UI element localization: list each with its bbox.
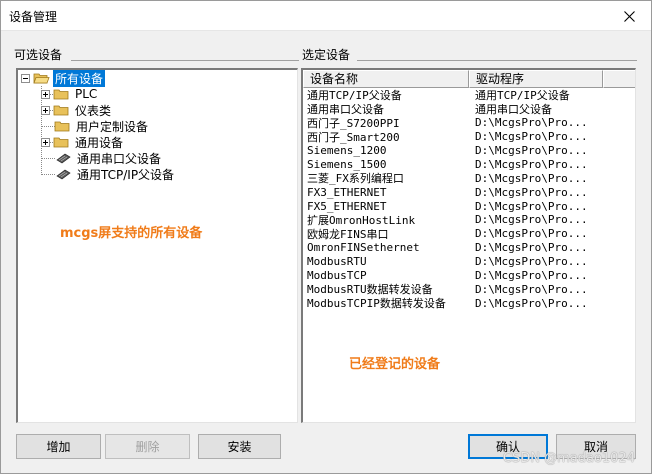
list-item[interactable]: Siemens_1500 D:\McgsPro\Pro... bbox=[303, 157, 635, 171]
tree-node-plc[interactable]: PLC bbox=[41, 86, 99, 102]
list-body: 通用TCP/IP父设备 通用TCP/IP父设备 通用串口父设备 通用串口父设备 西门子_… bbox=[303, 88, 635, 310]
driver-cell: D:\McgsPro\Pro... bbox=[475, 269, 588, 283]
device-name-cell: 三菱_FX系列编程口 bbox=[307, 172, 404, 186]
folder-icon bbox=[53, 137, 69, 148]
driver-cell: D:\McgsPro\Pro... bbox=[475, 213, 588, 227]
device-name-cell: 西门子_Smart200 bbox=[307, 130, 400, 144]
tree-label: 通用串口父设备 bbox=[77, 151, 162, 166]
driver-cell: D:\McgsPro\Pro... bbox=[475, 144, 588, 157]
close-icon bbox=[623, 10, 635, 22]
tree-node-general-devices[interactable]: 通用设备 bbox=[41, 134, 125, 150]
tree-label: 通用TCP/IP父设备 bbox=[77, 167, 175, 182]
device-name-cell: 欧姆龙FINS串口 bbox=[307, 227, 389, 241]
tree-label: 仪表类 bbox=[75, 103, 112, 118]
driver-cell: D:\McgsPro\Pro... bbox=[475, 255, 588, 269]
list-item[interactable]: FX5_ETHERNET D:\McgsPro\Pro... bbox=[303, 199, 635, 213]
device-name-cell: ModbusTCP bbox=[307, 269, 367, 283]
device-name-cell: ModbusTCPIP数据转发设备 bbox=[307, 297, 446, 311]
registered-devices-annotation: 已经登记的设备 bbox=[349, 357, 441, 372]
tree-node-custom-devices[interactable]: 用户定制设备 bbox=[54, 118, 150, 134]
list-item[interactable]: 扩展OmronHostLink D:\McgsPro\Pro... bbox=[303, 213, 635, 227]
title-bar: 设备管理 bbox=[1, 1, 651, 31]
collapse-icon[interactable] bbox=[21, 73, 30, 83]
tree-connector bbox=[41, 174, 55, 175]
window-title: 设备管理 bbox=[9, 10, 58, 24]
device-manager-dialog: 设备管理 可选设备 所有设备 PLC 仪表类 用户定制设备 通用设备 通用串口父… bbox=[0, 0, 652, 474]
driver-cell: D:\McgsPro\Pro... bbox=[475, 199, 588, 213]
tree-label: 用户定制设备 bbox=[76, 119, 149, 134]
tree-connector bbox=[41, 126, 55, 127]
driver-cell: D:\McgsPro\Pro... bbox=[475, 171, 588, 185]
group-divider bbox=[71, 60, 299, 61]
expand-icon[interactable] bbox=[41, 89, 50, 99]
device-name-cell: FX5_ETHERNET bbox=[307, 199, 387, 213]
tree-label: 通用设备 bbox=[75, 135, 124, 150]
selected-device-list[interactable]: 设备名称 驱动程序 通用TCP/IP父设备 通用TCP/IP父设备 通用串口父设备通… bbox=[301, 68, 636, 423]
device-name-cell: FX3_ETHERNET bbox=[307, 185, 387, 199]
list-item[interactable]: 西门子_S7200PPI D:\McgsPro\Pro... bbox=[303, 116, 635, 130]
driver-cell: D:\McgsPro\Pro... bbox=[475, 130, 588, 144]
column-header-device-name[interactable]: 设备名称 bbox=[303, 70, 469, 88]
folder-icon bbox=[54, 121, 70, 132]
tree-label-root: 所有设备 bbox=[53, 69, 106, 87]
device-icon bbox=[56, 169, 71, 180]
tree-label: PLC bbox=[75, 87, 98, 101]
driver-cell: D:\McgsPro\Pro... bbox=[475, 296, 588, 310]
delete-button[interactable]: 删除 bbox=[105, 434, 190, 459]
device-tree[interactable]: 所有设备 PLC 仪表类 用户定制设备 通用设备 通用串口父设备 通用TCP/I… bbox=[16, 68, 298, 423]
list-item[interactable]: ModbusTCP D:\McgsPro\Pro... bbox=[303, 269, 635, 283]
group-divider bbox=[357, 60, 637, 61]
tree-node-instruments[interactable]: 仪表类 bbox=[41, 102, 113, 118]
driver-cell: D:\McgsPro\Pro... bbox=[475, 185, 588, 199]
folder-icon bbox=[53, 89, 69, 100]
driver-cell: D:\McgsPro\Pro... bbox=[475, 227, 588, 241]
device-name-cell: Siemens_1200 bbox=[307, 144, 387, 157]
selected-devices-label: 选定设备 bbox=[302, 48, 351, 62]
list-item[interactable]: ModbusRTU数据转发设备 D:\McgsPro\Pro... bbox=[303, 282, 635, 297]
driver-cell: D:\McgsPro\Pro... bbox=[475, 116, 588, 130]
expand-icon[interactable] bbox=[41, 137, 50, 147]
install-button[interactable]: 安装 bbox=[198, 434, 281, 459]
tree-node-all-devices[interactable]: 所有设备 bbox=[21, 69, 106, 87]
column-header-extra[interactable] bbox=[603, 70, 635, 88]
add-button[interactable]: 增加 bbox=[16, 434, 101, 459]
list-item[interactable]: FX3_ETHERNET D:\McgsPro\Pro... bbox=[303, 185, 635, 199]
folder-icon bbox=[53, 105, 69, 116]
all-devices-annotation: mcgs屏支持的所有设备 bbox=[60, 226, 203, 241]
driver-cell: D:\McgsPro\Pro... bbox=[475, 241, 588, 255]
driver-cell: D:\McgsPro\Pro... bbox=[475, 157, 588, 171]
list-item[interactable]: 通用TCP/IP父设备 通用TCP/IP父设备 bbox=[303, 88, 635, 102]
device-name-cell: OmronFINSethernet bbox=[307, 241, 420, 255]
tree-node-tcpip-parent[interactable]: 通用TCP/IP父设备 bbox=[56, 166, 176, 182]
list-item[interactable]: Siemens_1200 D:\McgsPro\Pro... bbox=[303, 144, 635, 158]
list-header: 设备名称 驱动程序 bbox=[303, 70, 635, 88]
list-item[interactable]: OmronFINSethernet D:\McgsPro\Pro... bbox=[303, 241, 635, 255]
available-devices-label: 可选设备 bbox=[14, 48, 63, 62]
close-button[interactable] bbox=[607, 1, 651, 31]
column-header-driver[interactable]: 驱动程序 bbox=[469, 70, 603, 88]
device-icon bbox=[56, 153, 71, 164]
tree-connector bbox=[41, 158, 55, 159]
list-item[interactable]: 欧姆龙FINS串口 D:\McgsPro\Pro... bbox=[303, 227, 635, 241]
watermark: CSDN @madao1024 bbox=[502, 451, 635, 466]
list-item[interactable]: 西门子_Smart200 D:\McgsPro\Pro... bbox=[303, 130, 635, 144]
list-item[interactable]: ModbusRTU D:\McgsPro\Pro... bbox=[303, 255, 635, 269]
expand-icon[interactable] bbox=[41, 105, 50, 115]
driver-cell: 通用串口父设备 bbox=[475, 102, 552, 116]
folder-open-icon bbox=[33, 73, 50, 84]
list-item[interactable]: 三菱_FX系列编程口 D:\McgsPro\Pro... bbox=[303, 171, 635, 186]
device-name-cell: Siemens_1500 bbox=[307, 157, 387, 171]
list-item[interactable]: ModbusTCPIP数据转发设备 D:\McgsPro\Pro... bbox=[303, 296, 635, 311]
device-name-cell: ModbusRTU bbox=[307, 255, 367, 269]
driver-cell: D:\McgsPro\Pro... bbox=[475, 282, 588, 296]
list-item[interactable]: 通用串口父设备 通用串口父设备 bbox=[303, 102, 635, 116]
tree-node-serial-parent[interactable]: 通用串口父设备 bbox=[56, 150, 163, 166]
